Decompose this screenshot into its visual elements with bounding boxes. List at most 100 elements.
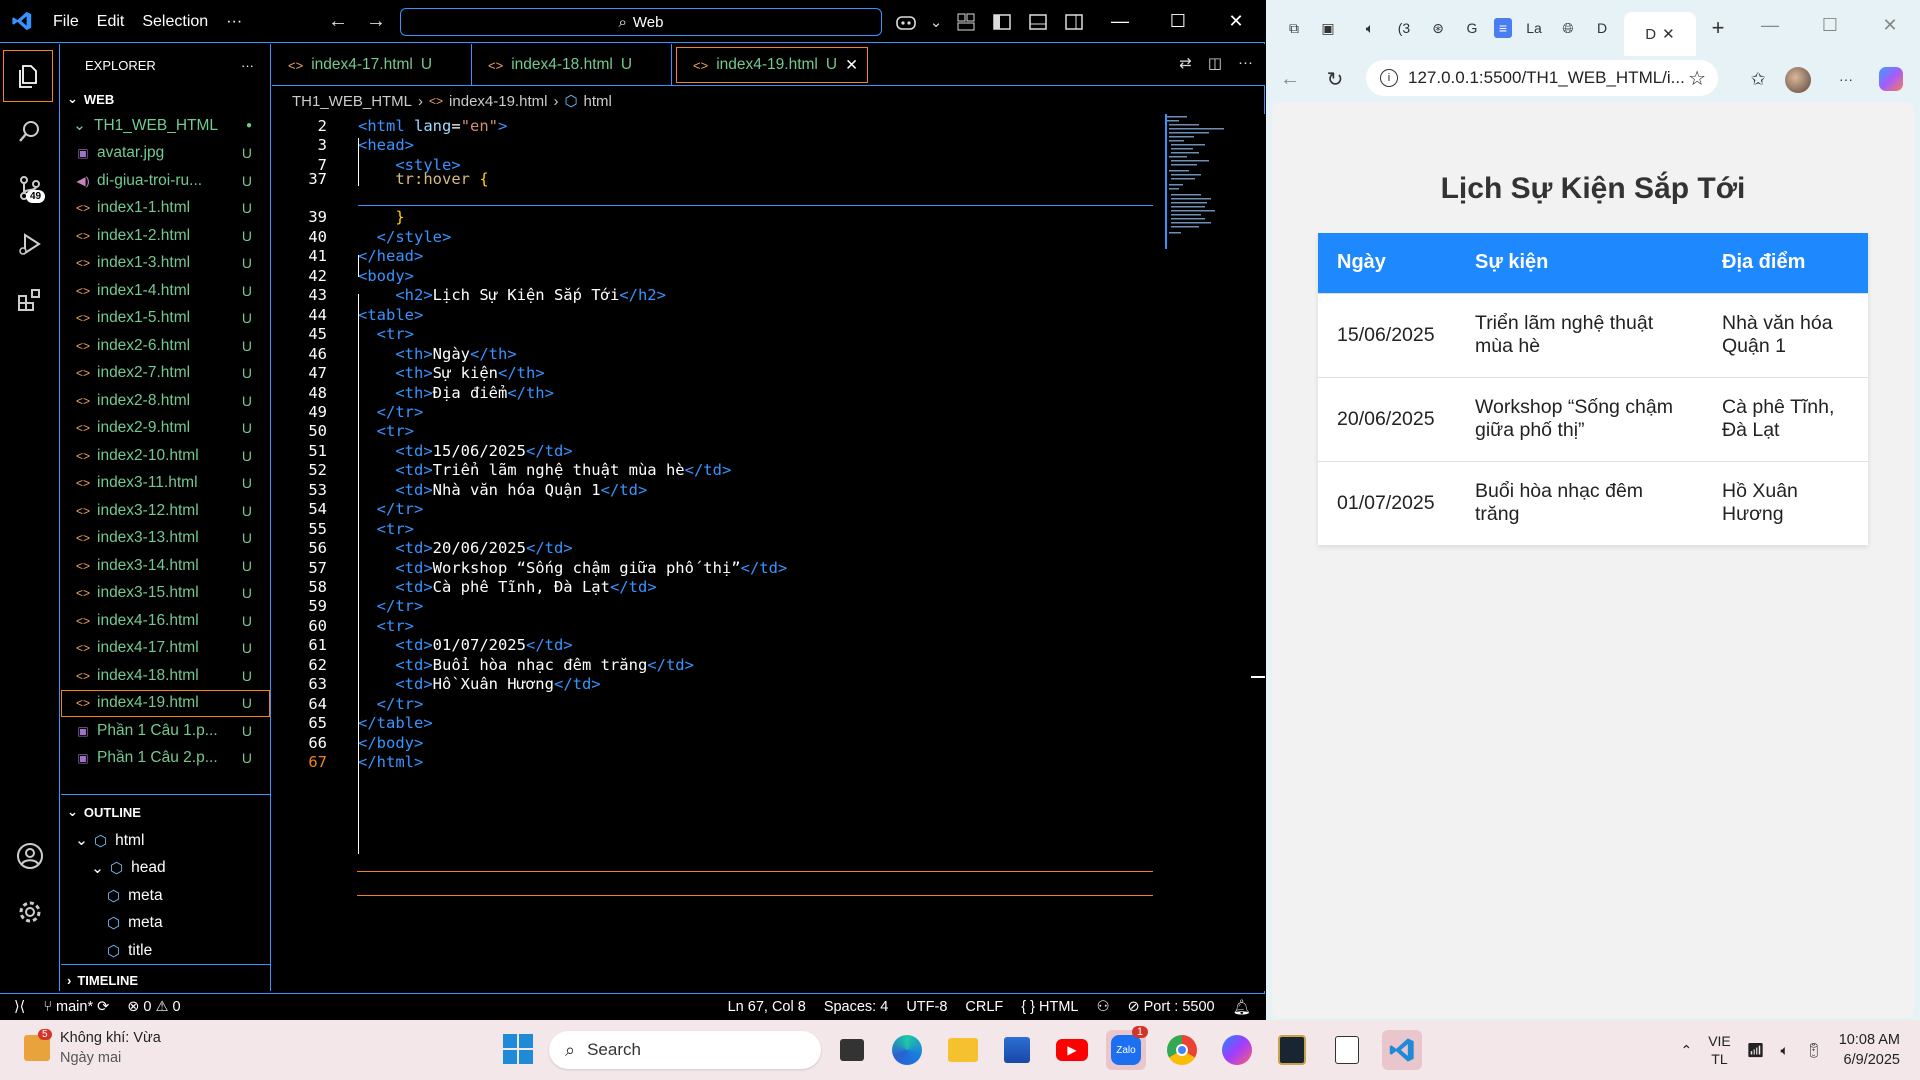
minimize-icon[interactable]: — xyxy=(1740,0,1800,50)
outline-item[interactable]: ⌄ ⬡ html xyxy=(61,827,270,855)
file-item[interactable]: <> index1-2.html U xyxy=(61,222,270,250)
copilot-icon[interactable] xyxy=(895,11,917,33)
file-item[interactable]: <> index4-17.html U xyxy=(61,635,270,663)
split-editor-icon[interactable]: ◫ xyxy=(1208,54,1222,72)
file-item[interactable]: <> index1-5.html U xyxy=(61,305,270,333)
table-row[interactable]: 15/06/2025 Triển lãm nghệ thuật mùa hè N… xyxy=(1318,292,1868,377)
file-item[interactable]: <> index3-11.html U xyxy=(61,470,270,498)
search-icon[interactable] xyxy=(0,106,60,158)
tab-g[interactable]: G xyxy=(1460,16,1484,40)
wifi-icon[interactable]: 📶︎ xyxy=(1747,1042,1765,1059)
notifications-bell-icon[interactable]: 🔔︎ xyxy=(1224,999,1265,1016)
run-debug-icon[interactable] xyxy=(0,218,60,270)
workspaces-icon[interactable]: ⧉ xyxy=(1282,16,1306,40)
docs-icon[interactable]: ≡ xyxy=(1494,18,1512,38)
problems-status[interactable]: ⊗ 0 ⚠ 0 xyxy=(118,999,189,1015)
league-game-icon[interactable] xyxy=(1272,1030,1312,1070)
table-row[interactable]: 01/07/2025 Buổi hòa nhạc đêm trăng Hồ Xu… xyxy=(1318,460,1868,545)
globe-icon[interactable]: 🌐︎ xyxy=(1556,16,1580,40)
file-item[interactable]: ◀) di-giua-troi-ru... U xyxy=(61,167,270,195)
close-tab-icon[interactable]: ✕ xyxy=(845,56,858,75)
file-item[interactable]: <> index1-4.html U xyxy=(61,277,270,305)
youtube-icon[interactable]: ▶ xyxy=(1052,1030,1092,1070)
tab-index4-19[interactable]: <> index4-19.html U ✕ xyxy=(676,47,868,83)
outline-item[interactable]: ⬡ title xyxy=(61,937,270,965)
file-item[interactable]: <> index4-19.html U xyxy=(61,689,270,717)
close-tab-icon[interactable]: ✕ xyxy=(1662,25,1675,43)
tab-index4-18[interactable]: <> index4-18.html U xyxy=(472,44,672,86)
volume-icon[interactable]: 🔈︎ xyxy=(1781,1042,1789,1059)
file-item[interactable]: <> index2-7.html U xyxy=(61,360,270,388)
file-item[interactable]: <> index4-16.html U xyxy=(61,607,270,635)
clock[interactable]: 10:08 AM 6/9/2025 xyxy=(1839,1030,1900,1070)
reload-icon[interactable]: ↻ xyxy=(1323,67,1347,91)
back-arrow-icon[interactable]: ← xyxy=(1278,67,1302,91)
tab-actions-icon[interactable]: ▣ xyxy=(1316,16,1340,40)
explorer-more-icon[interactable]: ··· xyxy=(241,58,254,73)
file-item[interactable]: <> index2-6.html U xyxy=(61,332,270,360)
avatar[interactable] xyxy=(1785,67,1811,93)
taskbar-search[interactable]: ⌕ Search xyxy=(549,1031,821,1069)
chatgpt-icon[interactable]: ⊛ xyxy=(1426,16,1450,40)
branch-status[interactable]: ⑂ main* ⟳ xyxy=(34,999,118,1015)
back-arrow-icon[interactable]: ← xyxy=(328,10,348,33)
favorites-icon[interactable]: ✩ xyxy=(1746,67,1770,91)
zalo-icon[interactable]: Zalo 1 xyxy=(1106,1026,1148,1070)
source-control-icon[interactable]: 49 xyxy=(0,162,60,214)
battery-icon[interactable]: 🔋︎ xyxy=(1805,1042,1823,1059)
command-center[interactable]: ⌕ Web xyxy=(400,8,882,36)
extensions-icon[interactable] xyxy=(0,274,60,326)
minimize-icon[interactable]: — xyxy=(1091,0,1149,43)
file-item[interactable]: ▣ Phần 1 Câu 2.p... U xyxy=(61,745,270,773)
code-editor[interactable]: 2 <html lang="en"> 3 <head> 7 <style> 37 tr:h… xyxy=(272,114,1265,991)
outline-item[interactable]: ⌄ ⬡ head xyxy=(61,855,270,883)
more-actions-icon[interactable]: ··· xyxy=(1238,54,1253,72)
tab-index4-17[interactable]: <> index4-17.html U xyxy=(272,44,472,86)
store-icon[interactable] xyxy=(997,1030,1037,1070)
minimap[interactable] xyxy=(1165,114,1250,249)
file-item[interactable]: <> index1-3.html U xyxy=(61,250,270,278)
file-item[interactable]: <> index2-9.html U xyxy=(61,415,270,443)
file-explorer-icon[interactable] xyxy=(943,1030,983,1070)
more-menu-icon[interactable]: ··· xyxy=(1834,67,1858,91)
breadcrumb-symbol[interactable]: html xyxy=(584,93,612,110)
close-icon[interactable]: ✕ xyxy=(1207,0,1265,43)
accounts-icon[interactable] xyxy=(0,830,60,882)
chevron-up-icon[interactable]: ⌃ xyxy=(1680,1042,1692,1059)
vscode-taskbar-icon[interactable] xyxy=(1382,1030,1422,1070)
favorite-star-icon[interactable]: ☆ xyxy=(1688,66,1706,91)
file-item[interactable]: <> index3-13.html U xyxy=(61,525,270,553)
outline-item[interactable]: ⬡ meta xyxy=(61,910,270,938)
language-mode[interactable]: { } HTML xyxy=(1012,999,1087,1015)
breadcrumb-folder[interactable]: TH1_WEB_HTML xyxy=(292,93,412,110)
root-folder[interactable]: ⌄ TH1_WEB_HTML ● xyxy=(61,112,270,140)
address-bar[interactable]: i 127.0.0.1:5500/TH1_WEB_HTML/i... ☆ xyxy=(1366,60,1718,96)
input-language[interactable]: VIE TL xyxy=(1708,1032,1731,1068)
file-item[interactable]: ▣ avatar.jpg U xyxy=(61,140,270,168)
explorer-icon[interactable] xyxy=(3,50,53,102)
file-item[interactable]: <> index3-12.html U xyxy=(61,497,270,525)
forward-arrow-icon[interactable]: → xyxy=(366,10,386,33)
tab-d[interactable]: D xyxy=(1590,16,1614,40)
timeline-section-header[interactable]: › TIMELINE xyxy=(61,967,270,993)
encoding[interactable]: UTF-8 xyxy=(897,999,956,1015)
remote-icon[interactable]: ⟩⟨ xyxy=(0,999,34,1015)
outline-item[interactable]: ⬡ meta xyxy=(61,882,270,910)
scrollbar-marker[interactable] xyxy=(1251,676,1265,678)
customize-layout-icon[interactable] xyxy=(955,11,977,33)
close-icon[interactable]: ✕ xyxy=(1860,0,1920,50)
workspace-section-header[interactable]: ⌄ WEB xyxy=(61,86,270,112)
chevron-down-icon[interactable]: ⌄ xyxy=(930,11,943,33)
file-item[interactable]: <> index3-14.html U xyxy=(61,552,270,580)
file-item[interactable]: <> index3-15.html U xyxy=(61,580,270,608)
messenger-icon[interactable] xyxy=(1217,1030,1257,1070)
new-tab-icon[interactable]: + xyxy=(1706,15,1730,40)
file-item[interactable]: ▣ Phần 1 Câu 1.p... U xyxy=(61,717,270,745)
menu-more-icon[interactable]: ··· xyxy=(217,0,251,43)
menu-edit[interactable]: Edit xyxy=(88,0,134,43)
file-item[interactable]: <> index2-8.html U xyxy=(61,387,270,415)
breadcrumb-file[interactable]: index4-19.html xyxy=(449,93,547,110)
speaker-icon[interactable]: 🔈︎ xyxy=(1358,16,1382,40)
menu-file[interactable]: File xyxy=(44,0,88,43)
toggle-sidebar-icon[interactable] xyxy=(991,11,1013,33)
